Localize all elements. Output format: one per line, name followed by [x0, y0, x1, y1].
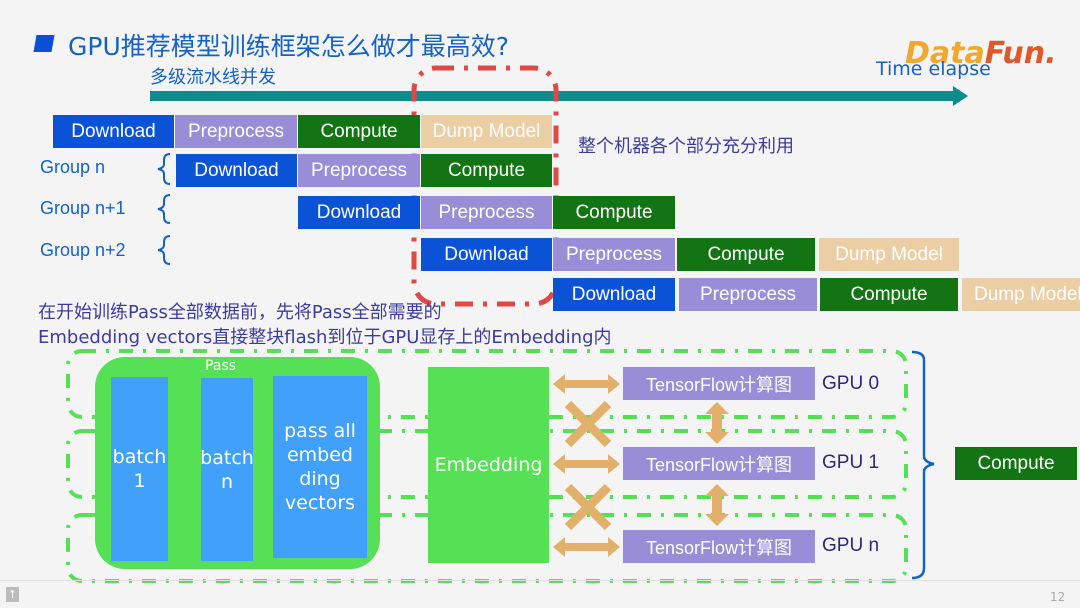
- embedding-box: Embedding: [428, 367, 549, 563]
- row1-download: Download: [176, 154, 297, 187]
- group-label-n2: Group n+2: [40, 240, 126, 260]
- row4-compute: Compute: [820, 278, 958, 311]
- pass-label: Pass: [205, 358, 236, 374]
- row0-dump-model: Dump Model: [421, 115, 552, 148]
- tf-graph-gpu0: TensorFlow计算图: [623, 367, 815, 400]
- group-label-n: Group n: [40, 157, 106, 177]
- batch-n-box: batch n: [200, 378, 254, 561]
- row3-compute: Compute: [677, 238, 815, 271]
- footer-logo-icon: ↑: [6, 587, 19, 602]
- pass-all-embedding-vectors-box: pass all embed ding vectors: [273, 376, 367, 558]
- gpu-0-label: GPU 0: [822, 373, 880, 394]
- compute-summary-box: Compute: [955, 447, 1077, 480]
- row1-compute: Compute: [421, 154, 552, 187]
- row2-download: Download: [298, 196, 420, 229]
- footer-divider: [0, 580, 1080, 581]
- row3-dump-model: Dump Model: [819, 238, 959, 271]
- row4-preprocess: Preprocess: [679, 278, 817, 311]
- page-number: 12: [1050, 590, 1066, 604]
- embedding-note-line2: Embedding vectors直接整块flash到位于GPU显存上的Embe…: [38, 327, 612, 348]
- row1-preprocess: Preprocess: [298, 154, 420, 187]
- row3-download: Download: [421, 238, 552, 271]
- embedding-note-line1: 在开始训练Pass全部数据前，先将Pass全部需要的: [38, 302, 442, 323]
- row0-compute: Compute: [298, 115, 420, 148]
- compute-brace: [911, 350, 935, 580]
- tf-graph-gpu1: TensorFlow计算图: [623, 447, 815, 480]
- timeline-arrow: [150, 86, 968, 106]
- row4-dump-model: Dump Model: [962, 278, 1080, 311]
- row3-preprocess: Preprocess: [553, 238, 675, 271]
- batch-1-box: batch 1: [111, 377, 168, 561]
- row0-download: Download: [53, 115, 174, 148]
- gpu-1-label: GPU 1: [822, 452, 880, 473]
- row0-preprocess: Preprocess: [175, 115, 297, 148]
- utilization-note: 整个机器各个部分充分利用: [578, 136, 794, 157]
- double-arrows: [553, 374, 620, 557]
- group-braces: [157, 153, 171, 265]
- embedding-note: 在开始训练Pass全部数据前，先将Pass全部需要的 Embedding vec…: [38, 300, 612, 350]
- row2-compute: Compute: [553, 196, 675, 229]
- group-label-n1: Group n+1: [40, 198, 126, 218]
- tf-graph-gpun: TensorFlow计算图: [623, 530, 815, 563]
- gpu-n-label: GPU n: [822, 535, 880, 556]
- row2-preprocess: Preprocess: [421, 196, 552, 229]
